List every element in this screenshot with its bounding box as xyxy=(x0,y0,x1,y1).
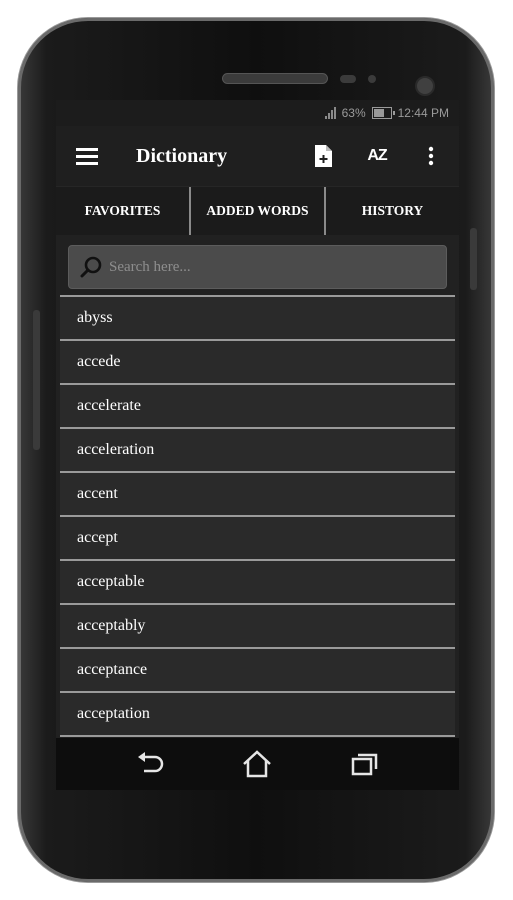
list-item[interactable]: accept xyxy=(60,517,455,561)
battery-percent: 63% xyxy=(341,106,366,120)
search-icon xyxy=(80,256,102,278)
word-list: abyss accede accelerate acceleration acc… xyxy=(60,295,455,737)
list-item[interactable]: accelerate xyxy=(60,385,455,429)
earpiece-speaker xyxy=(222,73,328,84)
search-input[interactable] xyxy=(107,257,411,277)
tab-bar: FAVORITES ADDED WORDS HISTORY xyxy=(56,186,459,235)
page-title: Dictionary xyxy=(136,144,228,167)
back-icon[interactable] xyxy=(130,746,170,782)
app-screen: 63% 12:44 PM Dictionary AZ FAVORITES ADD… xyxy=(56,100,459,790)
light-sensor xyxy=(368,75,376,83)
list-item[interactable]: accent xyxy=(60,473,455,517)
add-file-icon[interactable] xyxy=(309,142,337,170)
list-item[interactable]: abyss xyxy=(60,297,455,341)
list-item[interactable]: acceptably xyxy=(60,605,455,649)
list-item[interactable]: acceptation xyxy=(60,693,455,737)
power-button xyxy=(470,228,477,290)
app-toolbar: Dictionary AZ xyxy=(56,126,459,186)
tab-added-words[interactable]: ADDED WORDS xyxy=(191,187,326,235)
home-icon[interactable] xyxy=(237,746,277,782)
signal-icon xyxy=(324,107,336,119)
battery-icon xyxy=(371,107,395,119)
list-item[interactable]: accede xyxy=(60,341,455,385)
status-time: 12:44 PM xyxy=(397,106,449,120)
list-item[interactable]: acceleration xyxy=(60,429,455,473)
search-container xyxy=(56,235,459,295)
list-item[interactable]: acceptable xyxy=(60,561,455,605)
proximity-sensor xyxy=(340,75,356,83)
hamburger-menu-icon[interactable] xyxy=(76,147,98,165)
tab-favorites[interactable]: FAVORITES xyxy=(56,187,191,235)
more-vertical-icon[interactable] xyxy=(417,142,445,170)
status-bar: 63% 12:44 PM xyxy=(56,100,459,126)
tab-history[interactable]: HISTORY xyxy=(326,187,459,235)
front-camera xyxy=(415,76,435,96)
recent-apps-icon[interactable] xyxy=(345,746,385,782)
sort-az-icon[interactable]: AZ xyxy=(363,142,391,170)
volume-button xyxy=(33,310,40,450)
system-nav-bar xyxy=(56,738,459,790)
list-item[interactable]: acceptance xyxy=(60,649,455,693)
search-box[interactable] xyxy=(68,245,447,289)
